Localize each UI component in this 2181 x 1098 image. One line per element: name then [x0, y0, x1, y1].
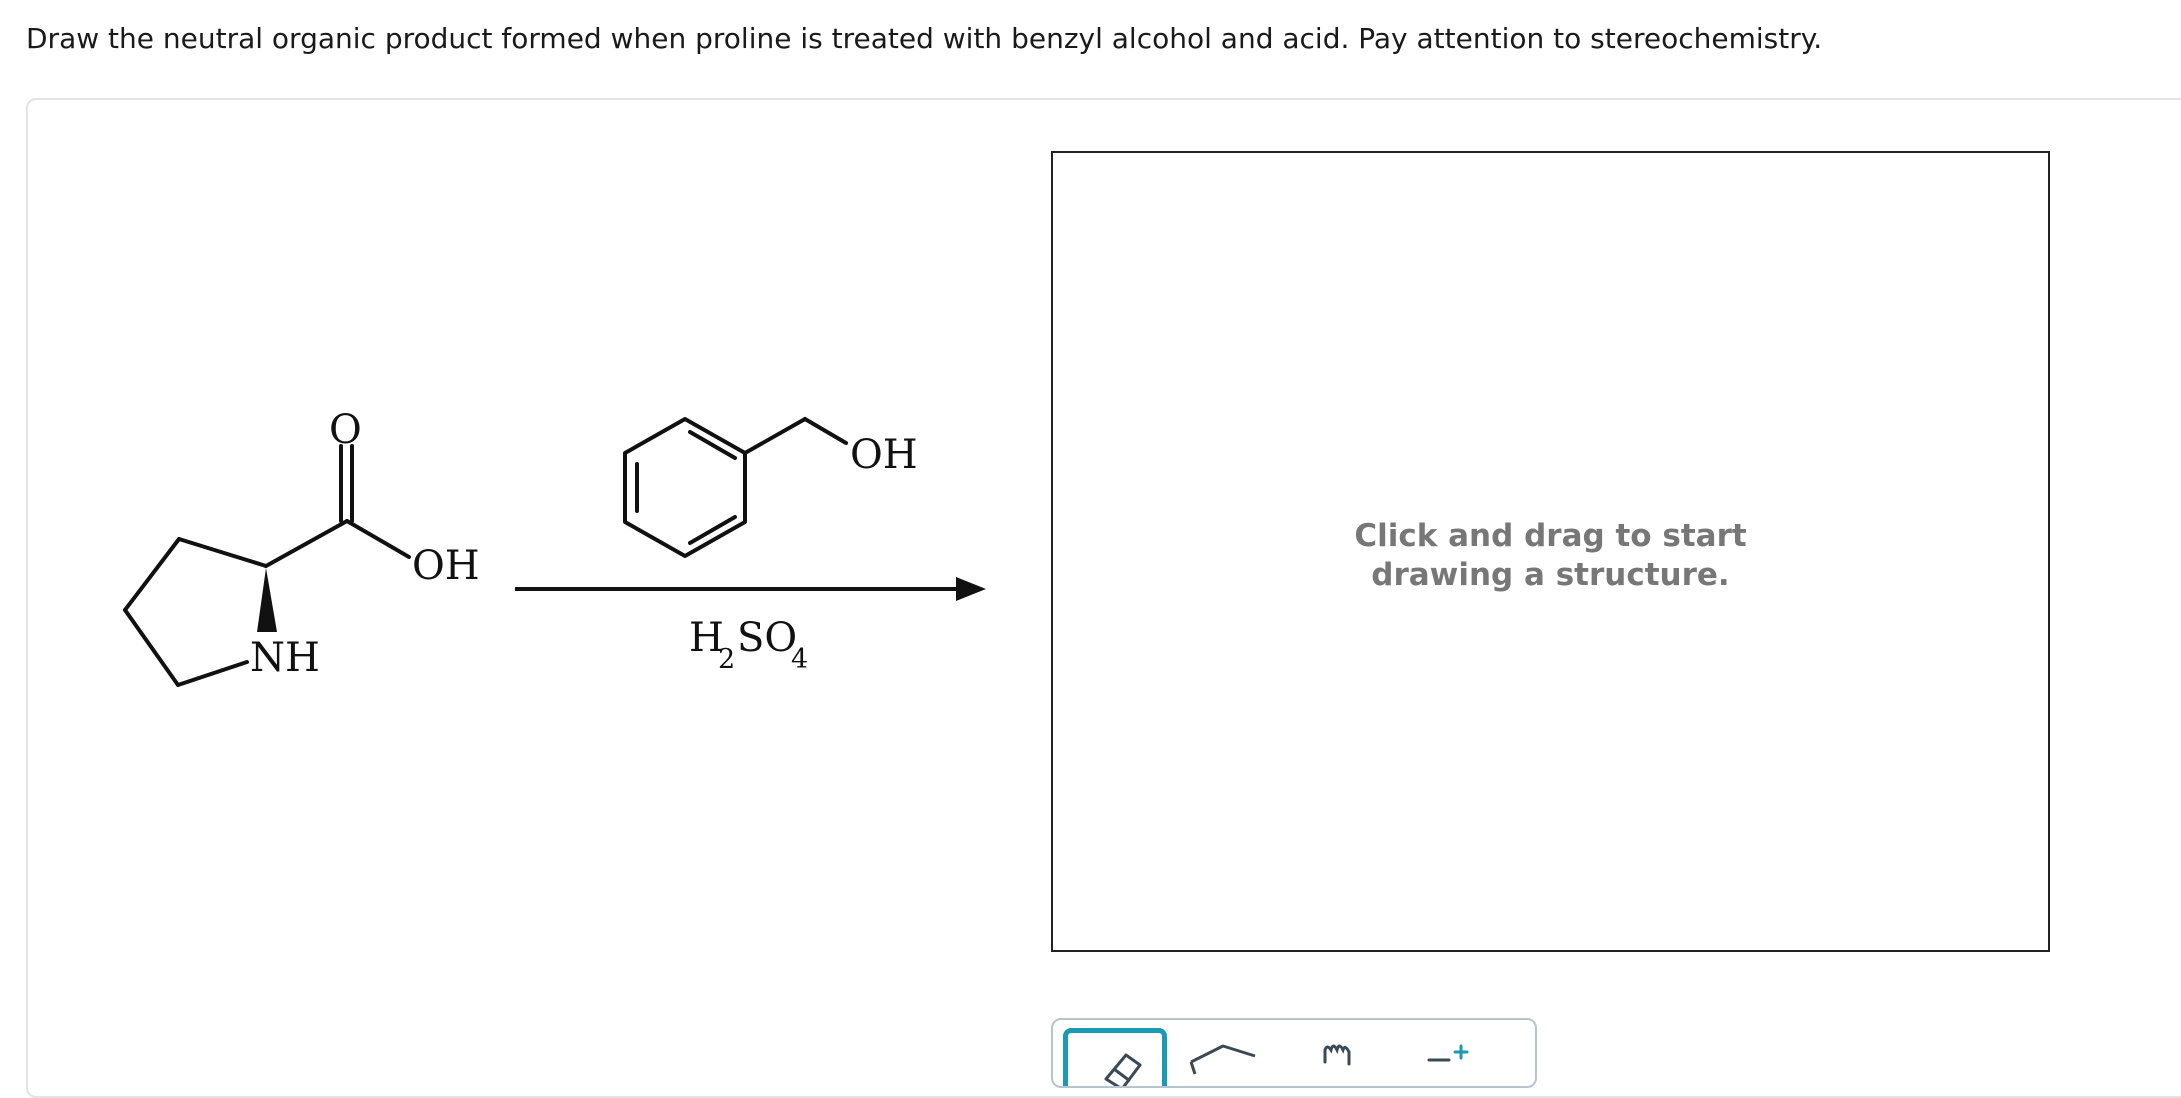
drawing-hint-line2: drawing a structure.: [1371, 557, 1730, 593]
lasso-icon: [1189, 1044, 1256, 1075]
charge-plus-icon: [1427, 1044, 1469, 1062]
ring-bond: [123, 537, 181, 612]
arrow-head: [956, 577, 986, 601]
benzyl-alcohol-structure: [623, 417, 848, 558]
structure-drawing-canvas[interactable]: Click and drag to start drawing a struct…: [1051, 151, 2050, 952]
benzyl-hydroxyl-label: OH: [850, 432, 918, 478]
acid-hydroxyl-label: OH: [412, 543, 480, 589]
reaction-scheme: O OH NH OH H 2 SO 4: [123, 407, 986, 687]
benzene-ring: [623, 417, 747, 558]
amine-label: NH: [250, 635, 320, 681]
conditions-h-subscript: 2: [718, 644, 735, 675]
stereo-wedge-bond: [257, 568, 277, 632]
benzylic-hydroxyl-bond: [803, 417, 848, 445]
drawing-hint: Click and drag to start drawing a struct…: [1053, 517, 2048, 595]
eraser-icon: [1104, 1053, 1142, 1086]
conditions-o-subscript: 4: [791, 644, 808, 675]
carbonyl-oxygen-label: O: [329, 407, 362, 453]
ring-bond: [123, 608, 180, 687]
eraser-tool-button[interactable]: [1063, 1028, 1167, 1086]
conditions-so: SO: [737, 615, 797, 661]
drawing-hint-line1: Click and drag to start: [1354, 518, 1747, 554]
benzylic-bond: [743, 417, 807, 455]
hand-move-icon: [1323, 1044, 1351, 1066]
lasso-tool-button[interactable]: [1173, 1028, 1277, 1086]
charge-plus-tool-button[interactable]: [1393, 1028, 1497, 1086]
alpha-carboxyl-bond: [264, 519, 349, 568]
ring-bond: [176, 660, 249, 687]
drawing-toolbar: [1051, 1018, 1537, 1088]
carbon-hydroxyl-bond: [345, 519, 411, 559]
hand-move-tool-button[interactable]: [1283, 1028, 1387, 1086]
reaction-conditions: H 2 SO 4: [689, 615, 808, 675]
ring-bond: [177, 537, 268, 568]
